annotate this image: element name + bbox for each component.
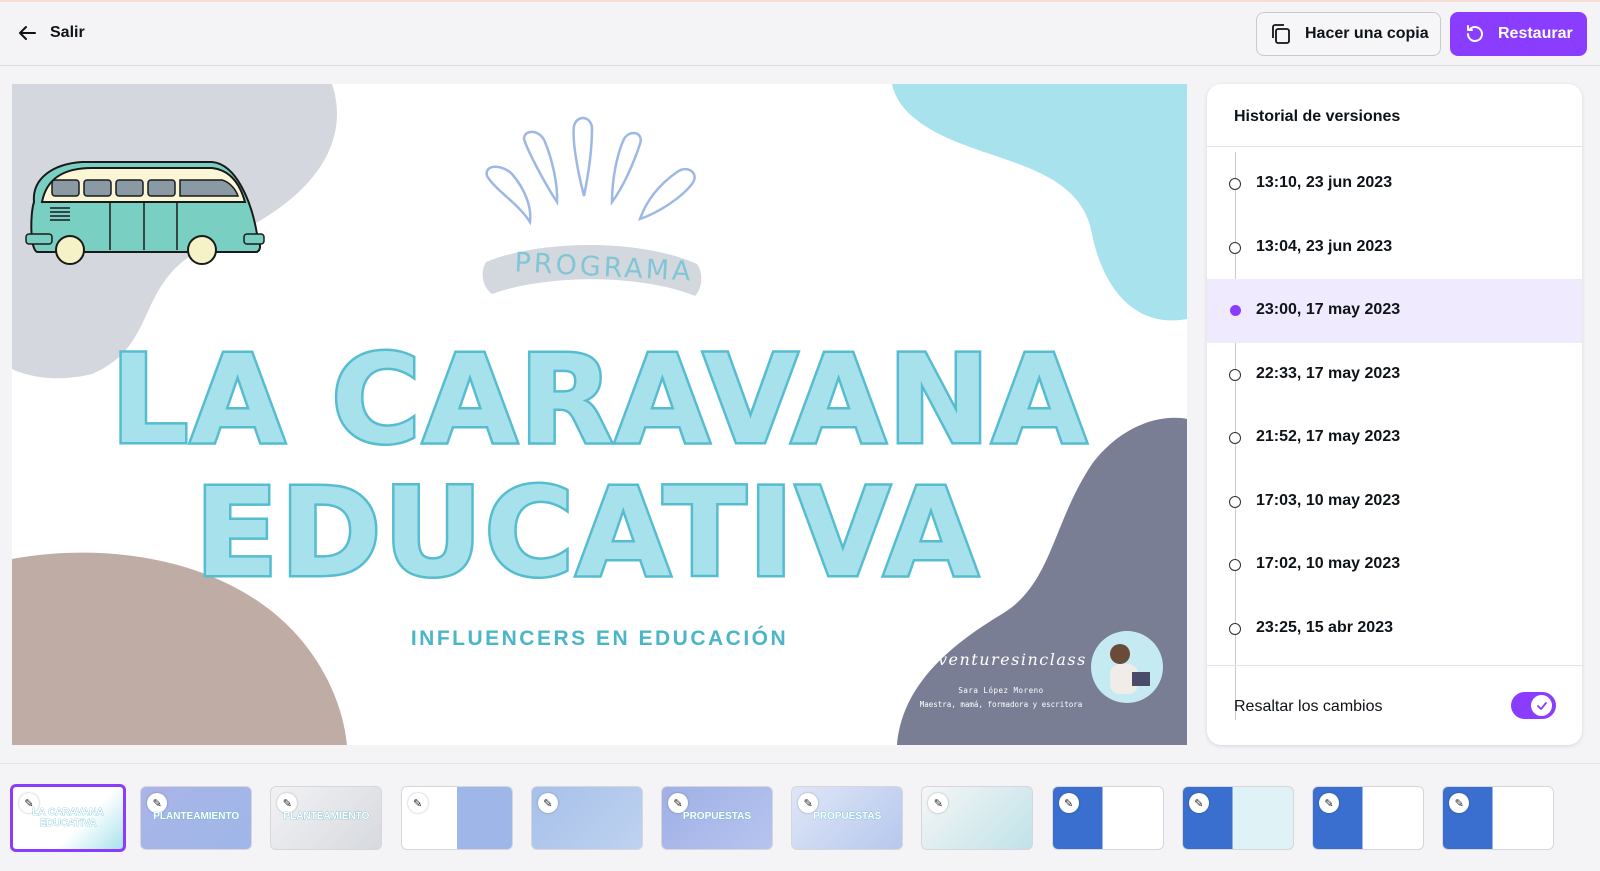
page-thumbnail-strip: ✎ LA CARAVANA EDUCATIVA ✎ PLANTEAMIENTO ✎ PLA… bbox=[0, 763, 1600, 871]
version-dot-icon bbox=[1229, 368, 1241, 381]
toggle-knob bbox=[1531, 695, 1552, 716]
top-bar: Salir Hacer una copia Restaurar bbox=[0, 2, 1600, 66]
copy-icon bbox=[1272, 24, 1290, 44]
page-thumbnail[interactable]: ✎ PLANTEAMIENTO bbox=[270, 786, 383, 850]
make-copy-label: Hacer una copia bbox=[1305, 25, 1429, 42]
highlight-changes-toggle[interactable] bbox=[1511, 692, 1556, 719]
version-label: 21:52, 17 may 2023 bbox=[1256, 428, 1401, 445]
page-thumbnail[interactable]: ✎ PLANTEAMIENTO bbox=[140, 786, 253, 850]
page-thumbnail[interactable]: ✎ bbox=[1312, 786, 1424, 850]
slide-title-line1: LA CARAVANA bbox=[108, 327, 1089, 474]
make-copy-button[interactable]: Hacer una copia bbox=[1256, 12, 1441, 56]
version-label: 23:00, 17 may 2023 bbox=[1256, 301, 1401, 318]
author-name: Sara López Moreno bbox=[958, 686, 1044, 695]
slide-title-line2: EDUCATIVA bbox=[192, 460, 981, 607]
exit-button[interactable]: Salir bbox=[16, 22, 85, 44]
page-thumbnail[interactable]: ✎ bbox=[921, 786, 1034, 850]
version-dot-icon bbox=[1229, 495, 1241, 508]
edited-pencil-icon: ✎ bbox=[1449, 793, 1470, 813]
version-item[interactable]: 17:03, 10 may 2023 bbox=[1207, 470, 1582, 534]
version-label: 13:10, 23 jun 2023 bbox=[1256, 174, 1393, 191]
edited-pencil-icon: ✎ bbox=[928, 793, 949, 813]
edited-pencil-icon: ✎ bbox=[407, 793, 428, 813]
version-dot-icon bbox=[1229, 559, 1241, 571]
thumbnail-title: PLANTEAMIENTO bbox=[283, 811, 370, 823]
version-item[interactable]: 13:04, 23 jun 2023 bbox=[1207, 216, 1582, 280]
edited-pencil-icon: ✎ bbox=[1188, 793, 1209, 813]
divider bbox=[1207, 146, 1582, 147]
thumbnail-title: PLANTEAMIENTO bbox=[153, 811, 240, 823]
page-thumbnail[interactable]: ✎ bbox=[1051, 786, 1164, 850]
version-item[interactable]: 22:33, 17 may 2023 bbox=[1207, 343, 1582, 407]
edited-pencil-icon: ✎ bbox=[668, 793, 688, 813]
restore-button[interactable]: Restaurar bbox=[1450, 12, 1587, 56]
version-item[interactable]: 23:25, 15 abr 2023 bbox=[1207, 597, 1582, 661]
thumbnail-title: LA CARAVANA EDUCATIVA bbox=[32, 807, 104, 830]
exit-label: Salir bbox=[50, 24, 85, 41]
version-label: 23:25, 15 abr 2023 bbox=[1256, 618, 1393, 636]
version-dot-icon bbox=[1229, 622, 1241, 635]
restore-icon bbox=[1467, 25, 1483, 42]
restore-label: Restaurar bbox=[1498, 25, 1573, 42]
edited-pencil-icon: ✎ bbox=[277, 793, 298, 813]
arrow-left-icon bbox=[19, 26, 36, 40]
version-item[interactable]: 17:02, 10 may 2023 bbox=[1207, 533, 1582, 597]
version-label: 22:33, 17 may 2023 bbox=[1256, 364, 1401, 382]
version-label: 17:02, 10 may 2023 bbox=[1256, 555, 1401, 572]
brand-name: adventuresinclass bbox=[915, 650, 1087, 669]
version-dot-icon bbox=[1229, 432, 1241, 444]
van-illustration bbox=[25, 161, 265, 265]
page-thumbnail[interactable]: ✎ bbox=[1442, 786, 1555, 850]
version-label: 13:04, 23 jun 2023 bbox=[1256, 237, 1393, 255]
page-thumbnail[interactable]: ✎ bbox=[530, 786, 643, 850]
version-item[interactable]: 23:00, 17 may 2023 bbox=[1207, 279, 1582, 343]
divider bbox=[1207, 665, 1582, 666]
version-item[interactable]: 13:10, 23 jun 2023 bbox=[1207, 152, 1582, 216]
version-history-panel: Historial de versiones 13:10, 23 jun 202… bbox=[1207, 84, 1582, 745]
version-item[interactable]: 21:52, 17 may 2023 bbox=[1207, 406, 1582, 470]
page-thumbnail[interactable]: ✎ PROPUESTAS bbox=[791, 786, 904, 850]
edited-pencil-icon: ✎ bbox=[537, 793, 558, 813]
page-thumbnail[interactable]: ✎ bbox=[1181, 786, 1294, 850]
page-thumbnail[interactable]: ✎ PROPUESTAS bbox=[661, 786, 773, 850]
author-role: Maestra, mamá, formadora y escritora bbox=[919, 700, 1083, 709]
version-dot-icon bbox=[1229, 178, 1241, 190]
version-dot-icon bbox=[1229, 241, 1241, 254]
check-icon bbox=[1536, 701, 1547, 710]
edited-pencil-icon: ✎ bbox=[147, 793, 168, 813]
slide-subtitle: INFLUENCERS EN EDUCACIÓN bbox=[410, 627, 789, 650]
version-label: 17:03, 10 may 2023 bbox=[1256, 491, 1401, 509]
thumbnail-title: PROPUESTAS bbox=[682, 811, 752, 823]
edited-pencil-icon: ✎ bbox=[798, 793, 819, 813]
edited-pencil-icon: ✎ bbox=[1319, 793, 1339, 813]
thumbnail-title: PROPUESTAS bbox=[813, 811, 882, 823]
slide-canvas[interactable]: PROGRAMA LA CARAVANA EDUCATIVA INFLUENCE… bbox=[12, 84, 1187, 745]
panel-title: Historial de versiones bbox=[1234, 108, 1401, 125]
version-dot-icon bbox=[1230, 305, 1241, 316]
edited-pencil-icon: ✎ bbox=[1058, 793, 1079, 813]
page-thumbnail[interactable]: ✎ LA CARAVANA EDUCATIVA bbox=[10, 784, 126, 852]
page-thumbnail[interactable]: ✎ bbox=[400, 786, 513, 850]
highlight-changes-label: Resaltar los cambios bbox=[1234, 698, 1383, 715]
